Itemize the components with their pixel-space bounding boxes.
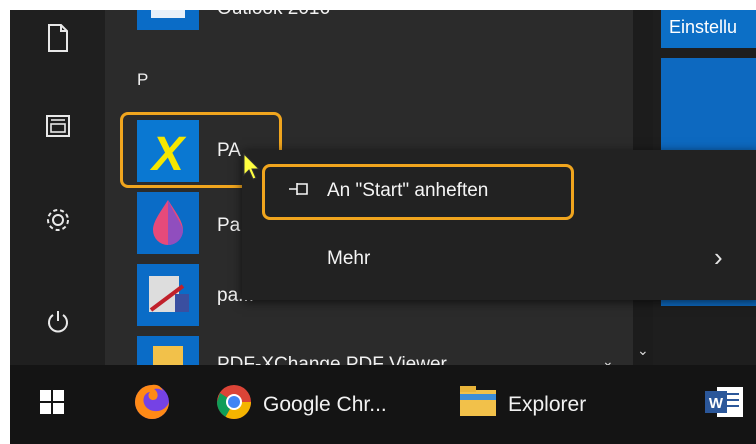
tile-settings-label: Einstellu xyxy=(669,17,738,37)
settings-icon[interactable] xyxy=(38,200,78,240)
taskbar-word[interactable]: W xyxy=(705,365,745,444)
pictures-icon[interactable] xyxy=(38,106,78,146)
start-button[interactable] xyxy=(40,365,64,444)
tile-settings[interactable]: Einstellu xyxy=(661,10,756,48)
pin-item-highlight xyxy=(262,164,574,220)
start-left-rail xyxy=(10,10,105,365)
outlook-icon xyxy=(137,10,199,30)
context-menu: An "Start" anheften Mehr › xyxy=(242,150,756,300)
section-letter-p[interactable]: P xyxy=(137,70,148,90)
chevron-right-icon: › xyxy=(714,242,723,272)
svg-text:W: W xyxy=(709,395,724,412)
firefox-icon xyxy=(132,382,172,427)
taskbar-explorer[interactable]: Explorer xyxy=(458,365,586,444)
taskbar-chrome-label: Google Chr... xyxy=(263,392,387,416)
power-icon[interactable] xyxy=(38,302,78,342)
start-menu-screenshot: Outlook 2016 P X PA Pa pa... PDF-XChange… xyxy=(10,10,756,444)
taskbar: Google Chr... Explorer W xyxy=(10,365,756,444)
windows-icon xyxy=(40,390,64,419)
document-icon[interactable] xyxy=(38,18,78,58)
word-icon: W xyxy=(705,384,745,425)
taskbar-firefox[interactable] xyxy=(132,365,172,444)
taskbar-chrome[interactable]: Google Chr... xyxy=(215,365,387,444)
menu-item-more[interactable]: Mehr › xyxy=(242,232,756,292)
menu-item-more-label: Mehr xyxy=(327,248,371,269)
mouse-cursor xyxy=(243,152,263,186)
chrome-icon xyxy=(215,383,253,426)
app-item-outlook[interactable]: Outlook 2016 xyxy=(217,10,330,20)
taskbar-explorer-label: Explorer xyxy=(508,392,587,416)
paint-drop-icon xyxy=(137,192,199,254)
app-item-pa-2[interactable]: Pa xyxy=(217,215,240,237)
folder-icon xyxy=(458,384,498,425)
pamphlet-icon xyxy=(137,264,199,326)
scroll-down-chevron-icon[interactable]: ⌄ xyxy=(637,342,649,359)
